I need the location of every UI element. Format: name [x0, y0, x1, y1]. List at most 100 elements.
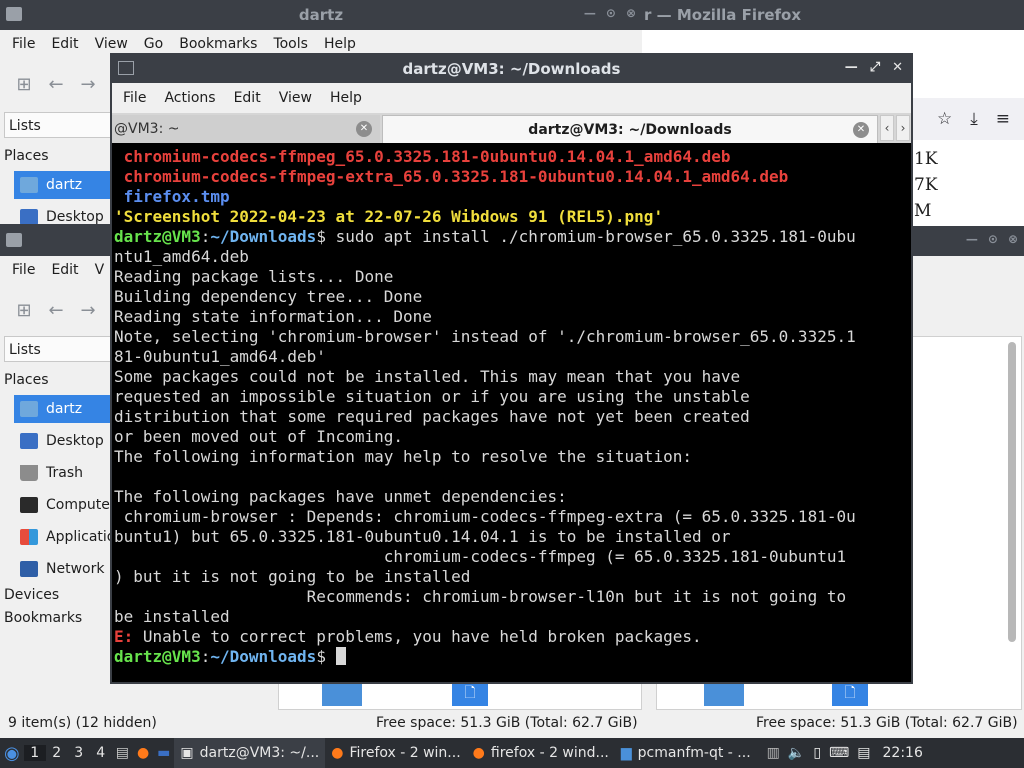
- hamburger-menu-icon[interactable]: ≡: [996, 109, 1010, 129]
- tab-close-icon[interactable]: ✕: [853, 122, 869, 138]
- home-folder-icon: [20, 401, 38, 417]
- minimize-icon[interactable]: —: [584, 6, 596, 20]
- firefox-launcher-icon[interactable]: ●: [133, 738, 153, 768]
- tab-scroll-right-icon[interactable]: ›: [896, 115, 910, 141]
- minimize-icon[interactable]: —: [845, 60, 858, 75]
- status-free-space: Free space: 51.3 GiB (Total: 62.7 GiB): [376, 711, 638, 735]
- menu-bookmarks[interactable]: Bookmarks: [171, 36, 265, 52]
- menu-go[interactable]: Go: [136, 36, 171, 52]
- bookmark-star-icon[interactable]: ☆: [937, 109, 952, 129]
- place-network[interactable]: Network: [14, 555, 112, 583]
- computer-icon: [20, 497, 38, 513]
- terminal-line: Some packages could not be installed. Th…: [114, 367, 911, 387]
- folder-icon: [6, 7, 22, 21]
- terminal-titlebar[interactable]: dartz@VM3: ~/Downloads — ⤢ ✕: [112, 55, 911, 83]
- place-label: dartz: [46, 177, 83, 193]
- window-controls[interactable]: — ⤢ ✕: [845, 60, 903, 75]
- menu-edit[interactable]: Edit: [43, 36, 86, 52]
- minimize-icon[interactable]: —: [966, 232, 978, 246]
- window-controls[interactable]: — ⊙ ⊗: [966, 232, 1018, 246]
- window-title: dartz: [298, 6, 344, 24]
- firefox-titlebar[interactable]: r — Mozilla Firefox: [642, 0, 1024, 30]
- terminal-output[interactable]: chromium-codecs-ffmpeg_65.0.3325.181-0ub…: [114, 147, 911, 682]
- terminal-text: Some packages could not be installed. Th…: [114, 367, 741, 386]
- network-icon[interactable]: ▤: [853, 738, 874, 768]
- place-computer[interactable]: Compute: [14, 491, 112, 519]
- task-pcmanfm[interactable]: ▆ pcmanfm-qt - ...: [615, 738, 757, 768]
- workspace-1[interactable]: 1: [23, 745, 46, 761]
- place-label: Trash: [46, 465, 83, 481]
- menu-help[interactable]: Help: [316, 36, 364, 52]
- terminal-icon: ▣: [180, 745, 194, 761]
- start-menu-icon[interactable]: ◉: [0, 738, 24, 768]
- scrollbar[interactable]: [1008, 342, 1016, 642]
- menu-tools[interactable]: Tools: [265, 36, 316, 52]
- place-desktop[interactable]: Desktop: [14, 427, 112, 455]
- menu-view[interactable]: V: [87, 262, 113, 278]
- prompt-user: dartz@VM3: [114, 647, 201, 666]
- terminal-line: Building dependency tree... Done: [114, 287, 911, 307]
- terminal-text: buntu1) but 65.0.3325.181-0ubuntu0.14.04…: [114, 527, 731, 546]
- terminal-text: chromium-codecs-ffmpeg (= 65.0.3325.181-…: [114, 547, 847, 566]
- menu-edit[interactable]: Edit: [43, 262, 86, 278]
- window-titlebar[interactable]: dartz — ⊙ ⊗: [0, 0, 642, 30]
- file-manager-launcher-icon[interactable]: ▤: [112, 738, 133, 768]
- place-applications[interactable]: Applicatio: [14, 523, 115, 551]
- desktop-icon: [20, 433, 38, 449]
- tab-downloads[interactable]: dartz@VM3: ~/Downloads ✕: [382, 115, 878, 143]
- prompt-user: dartz@VM3: [114, 227, 201, 246]
- clipboard-icon[interactable]: ▥: [763, 738, 784, 768]
- workspace-2[interactable]: 2: [46, 745, 68, 761]
- menu-file[interactable]: File: [4, 262, 43, 278]
- menu-file[interactable]: File: [4, 36, 43, 52]
- place-trash[interactable]: Trash: [14, 459, 112, 487]
- maximize-icon[interactable]: ⊙: [606, 6, 616, 20]
- workspace-3[interactable]: 3: [68, 745, 90, 761]
- place-label: Compute: [46, 497, 110, 513]
- terminal-line: chromium-codecs-ffmpeg-extra_65.0.3325.1…: [114, 167, 911, 187]
- maximize-icon[interactable]: ⤢: [870, 60, 880, 75]
- downloads-icon[interactable]: ⤓: [970, 109, 978, 129]
- tmp-filename: firefox.tmp: [114, 187, 230, 206]
- menu-view[interactable]: View: [87, 36, 136, 52]
- forward-arrow-icon[interactable]: →: [78, 301, 98, 321]
- task-terminal[interactable]: ▣ dartz@VM3: ~/...: [174, 738, 326, 768]
- terminal-line: chromium-browser : Depends: chromium-cod…: [114, 507, 911, 527]
- forward-arrow-icon[interactable]: →: [78, 75, 98, 95]
- notes-icon[interactable]: ▯: [809, 738, 825, 768]
- close-icon[interactable]: ⊗: [1008, 232, 1018, 246]
- back-arrow-icon[interactable]: ←: [46, 301, 66, 321]
- place-dartz[interactable]: dartz: [14, 171, 112, 199]
- place-desktop[interactable]: Desktop: [14, 203, 112, 224]
- place-dartz[interactable]: dartz: [14, 395, 112, 423]
- window-controls[interactable]: — ⊙ ⊗: [584, 6, 636, 20]
- menu-help[interactable]: Help: [321, 90, 371, 106]
- terminal-text: 81-0ubuntu1_amd64.deb': [114, 347, 326, 366]
- tab-close-icon[interactable]: ✕: [356, 121, 372, 137]
- terminal-text: ) but it is not going to be installed: [114, 567, 471, 586]
- firefox-title: r — Mozilla Firefox: [644, 6, 802, 24]
- tab-home[interactable]: @VM3: ~ ✕: [112, 115, 380, 143]
- maximize-icon[interactable]: ⊙: [988, 232, 998, 246]
- prompt-sep: :: [200, 227, 211, 246]
- menu-actions[interactable]: Actions: [155, 90, 224, 106]
- close-icon[interactable]: ⊗: [626, 6, 636, 20]
- menu-file[interactable]: File: [114, 90, 155, 106]
- tab-scroll-left-icon[interactable]: ‹: [880, 115, 894, 141]
- task-firefox-1[interactable]: ● Firefox - 2 win...: [325, 738, 466, 768]
- volume-icon[interactable]: 🔈: [784, 738, 809, 768]
- folder-icon: ▆: [620, 745, 632, 761]
- task-firefox-2[interactable]: ● firefox - 2 wind...: [467, 738, 615, 768]
- back-arrow-icon[interactable]: ←: [46, 75, 66, 95]
- keyboard-icon[interactable]: ⌨: [825, 738, 853, 768]
- workspace-4[interactable]: 4: [90, 745, 112, 761]
- new-tab-icon[interactable]: ⊞: [14, 301, 34, 321]
- menu-edit[interactable]: Edit: [225, 90, 270, 106]
- menu-view[interactable]: View: [270, 90, 321, 106]
- clock[interactable]: 22:16: [879, 738, 927, 768]
- close-icon[interactable]: ✕: [892, 60, 903, 75]
- new-tab-icon[interactable]: ⊞: [14, 75, 34, 95]
- places-heading: Places: [4, 148, 49, 164]
- show-desktop-icon[interactable]: ▬: [153, 738, 174, 768]
